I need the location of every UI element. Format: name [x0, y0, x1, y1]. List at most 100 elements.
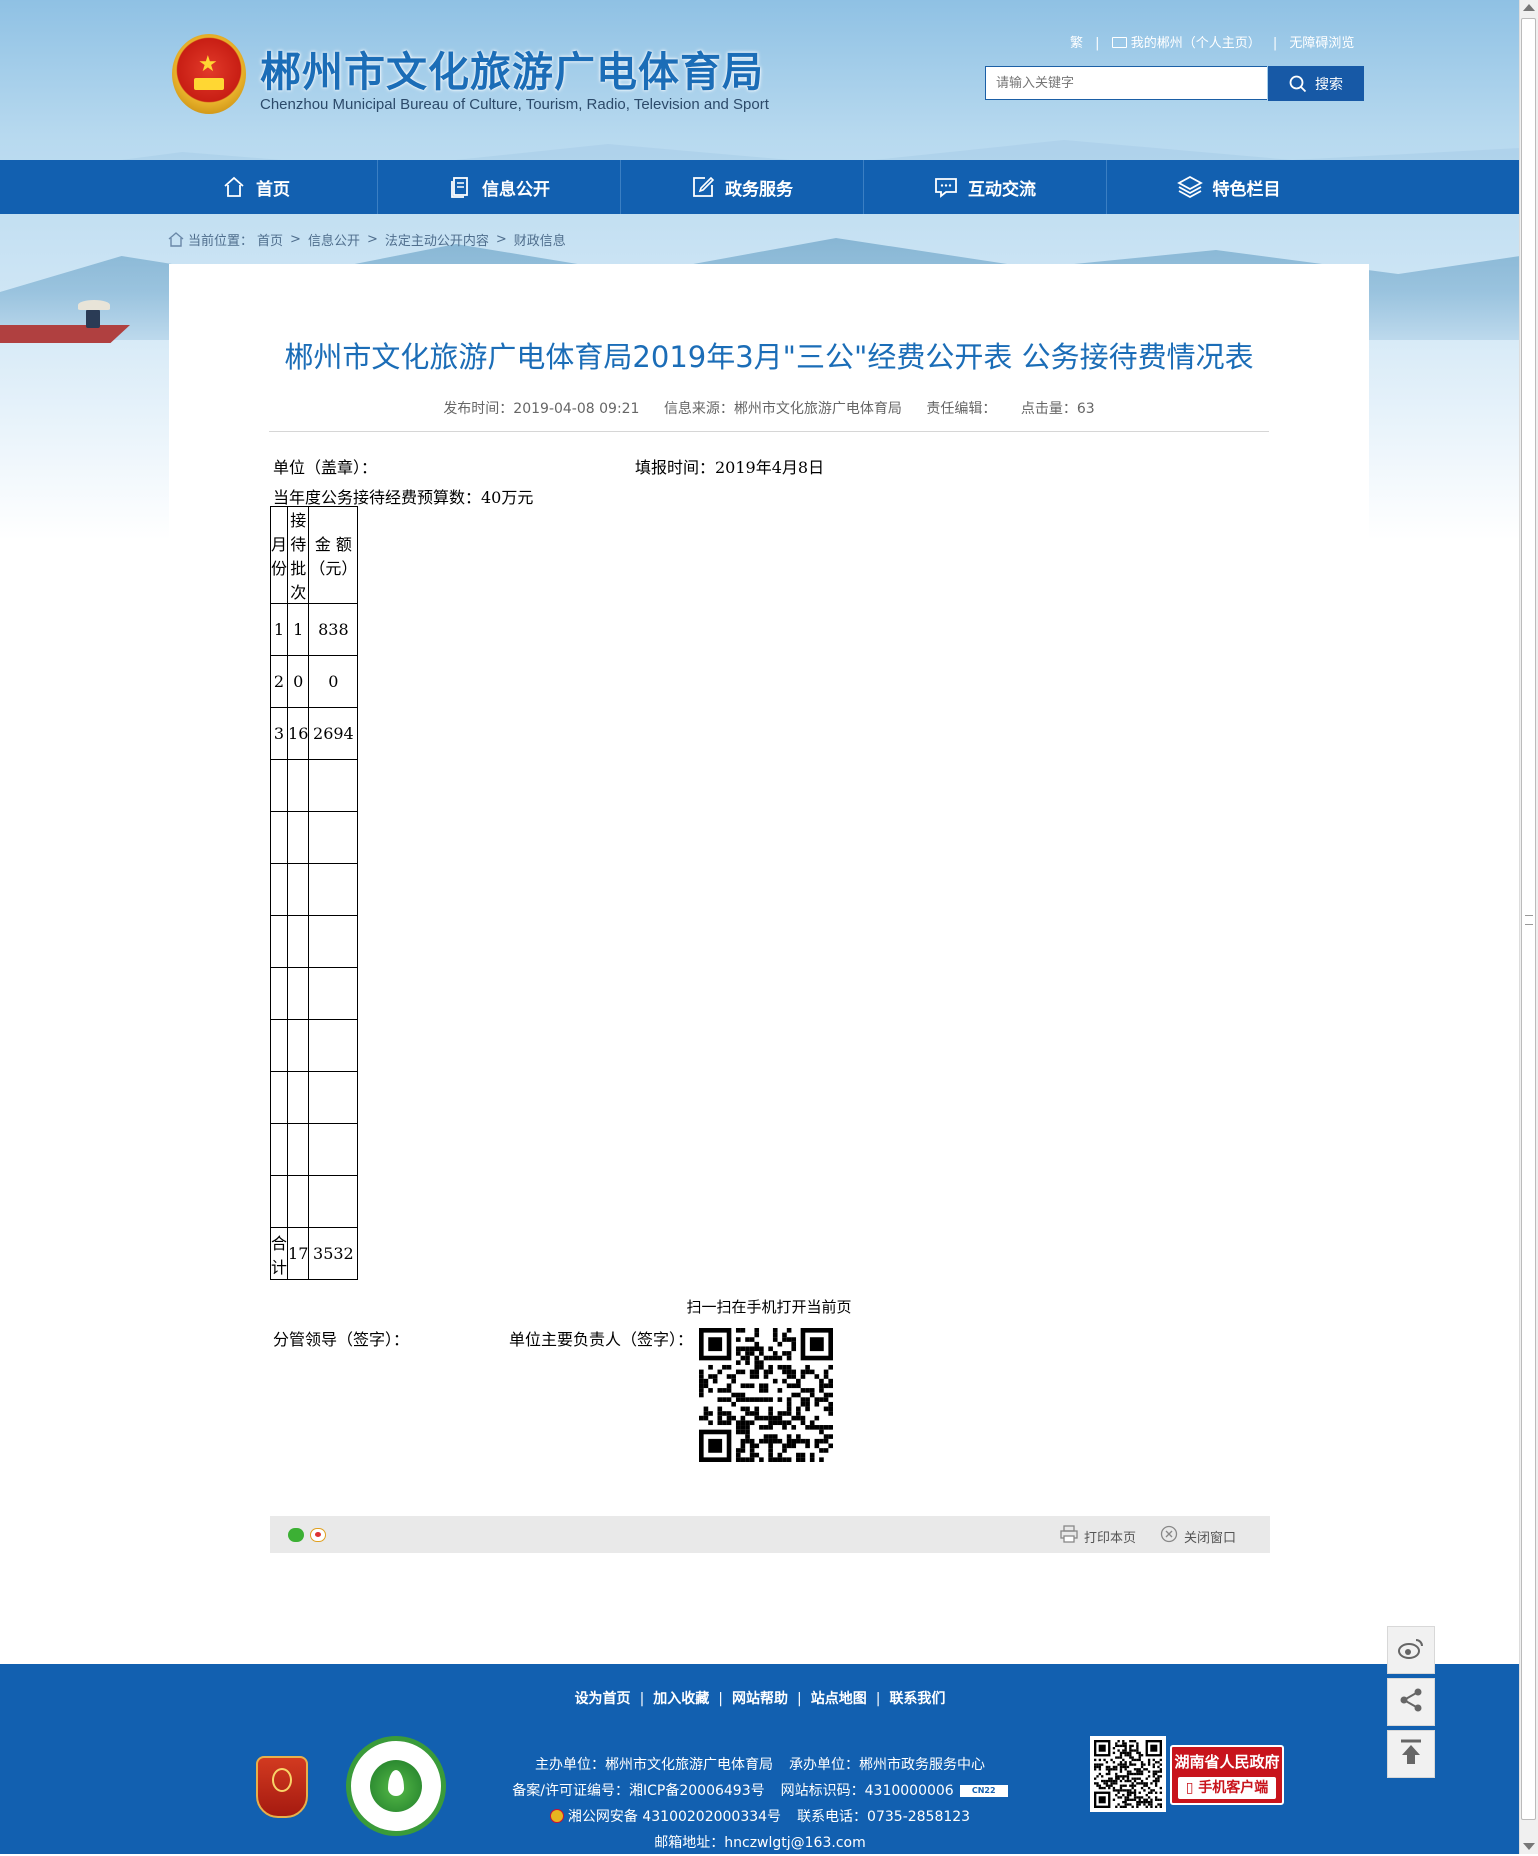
gov-client-subtitle: ▯ 手机客户端 [1178, 1777, 1276, 1799]
breadcrumb-item-info-disclosure[interactable]: 信息公开 [308, 230, 360, 249]
table-cell [287, 915, 310, 968]
police-badge-icon [549, 1809, 564, 1823]
print-page-button[interactable]: 打印本页 [1060, 1525, 1136, 1547]
arrow-up-icon [1399, 1739, 1423, 1769]
article-panel: 郴州市文化旅游广电体育局2019年3月"三公"经费公开表 公务接待费情况表 发布… [169, 264, 1369, 1664]
national-emblem-logo[interactable]: ★ [172, 34, 246, 114]
table-header-row: 月 份 接待批次 金 额（元） [269, 506, 359, 604]
scroll-down-arrow-icon[interactable] [1523, 1843, 1535, 1850]
emblem-gate-icon [194, 78, 224, 90]
head-signature-label: 单位主要负责人（签字）： [509, 1330, 694, 1349]
info-source: 信息来源：郴州市文化旅游广电体育局 [663, 401, 902, 417]
article-meta: 发布时间：2019-04-08 09:21 信息来源：郴州市文化旅游广电体育局 … [169, 398, 1369, 418]
nav-item-label: 互动交流 [968, 179, 1036, 200]
table-cell [308, 967, 359, 1020]
weibo-share-icon[interactable] [310, 1528, 326, 1542]
table-row [269, 1175, 359, 1228]
breadcrumb-separator: > [290, 232, 301, 247]
footer-line-icp: 备案/许可证编号：湘ICP备20006493号 网站标识码：4310000006 C… [0, 1778, 1520, 1804]
nav-item-label: 政务服务 [725, 179, 793, 200]
footer-police-record[interactable]: 湘公网安备 43100202000334号 [568, 1809, 781, 1825]
scroll-up-arrow-icon[interactable] [1523, 4, 1535, 11]
breadcrumb-home-icon [168, 232, 184, 247]
footer-links: 设为首页 | 加入收藏 | 网站帮助 | 站点地图 | 联系我们 [0, 1688, 1520, 1708]
top-link-separator: | [1272, 36, 1278, 51]
table-cell [308, 1071, 359, 1124]
nav-item-info-disclosure[interactable]: 信息公开 [378, 160, 621, 214]
qr-code-icon [699, 1328, 833, 1462]
signature-row: 分管领导（签字）： 单位主要负责人（签字）： [273, 1326, 693, 1350]
footer-link-help[interactable]: 网站帮助 [732, 1691, 788, 1707]
table-cell [269, 915, 289, 968]
table-cell [308, 759, 359, 812]
unit-row: 单位（盖章）： 填报时间：2019年4月8日 [273, 454, 873, 478]
footer-line-police: 湘公网安备 43100202000334号 联系电话：0735-2858123 [0, 1804, 1520, 1830]
traditional-chinese-link[interactable]: 繁 [1070, 32, 1083, 51]
footer-icp[interactable]: 备案/许可证编号：湘ICP备20006493号 [512, 1783, 764, 1799]
float-share-button[interactable] [1387, 1678, 1435, 1726]
breadcrumb-item-statutory-content[interactable]: 法定主动公开内容 [385, 230, 489, 249]
table-cell [287, 1071, 310, 1124]
wechat-share-icon[interactable] [288, 1528, 304, 1542]
budget-amount: 当年度公务接待经费预算数：40万元 [273, 488, 534, 507]
table-cell [269, 1123, 289, 1176]
close-icon [1160, 1525, 1178, 1547]
table-row [269, 863, 359, 916]
nav-item-home[interactable]: 首页 [135, 160, 378, 214]
table-cell: 2 [269, 655, 289, 708]
table-cell [287, 967, 310, 1020]
back-to-top-button[interactable] [1387, 1730, 1435, 1778]
footer-link-separator: | [718, 1691, 723, 1707]
table-cell [269, 811, 289, 864]
page-scrollbar[interactable] [1519, 0, 1538, 1854]
table-row: 3 16 2694 [269, 707, 359, 760]
breadcrumb-prefix: 当前位置： [188, 234, 254, 249]
footer-link-set-homepage[interactable]: 设为首页 [575, 1691, 631, 1707]
footer-link-sitemap[interactable]: 站点地图 [811, 1691, 867, 1707]
table-row [269, 1071, 359, 1124]
header-month: 月 份 [269, 506, 289, 604]
table-cell [287, 1123, 310, 1176]
unit-stamp-label: 单位（盖章）： [273, 458, 378, 477]
hunan-gov-app-link[interactable]: 湖南省人民政府 ▯ 手机客户端 [1170, 1745, 1284, 1805]
table-cell [269, 1175, 289, 1228]
meta-divider [269, 431, 1269, 432]
table-cell: 0 [308, 655, 359, 708]
search-button[interactable]: 搜索 [1268, 66, 1364, 101]
footer-link-add-favorite[interactable]: 加入收藏 [653, 1691, 709, 1707]
publish-time: 发布时间：2019-04-08 09:21 [443, 401, 640, 417]
footer-link-separator: | [639, 1691, 645, 1707]
breadcrumb-item-finance-info[interactable]: 财政信息 [514, 230, 566, 249]
site-title[interactable]: 郴州市文化旅游广电体育局 [260, 38, 764, 98]
table-cell: 1 [287, 603, 310, 656]
table-cell [269, 1019, 289, 1072]
reception-fee-table: 月 份 接待批次 金 额（元） 1 1 838 200 3 16 2694 合 计 [269, 506, 359, 1280]
breadcrumb-item-home[interactable]: 首页 [257, 230, 283, 249]
search-button-label: 搜索 [1315, 76, 1343, 93]
hit-count: 点击量：63 [1020, 401, 1095, 417]
my-chenzhou-label: 我的郴州（个人主页） [1130, 36, 1261, 51]
nav-item-government-services[interactable]: 政务服务 [621, 160, 864, 214]
nav-item-label: 信息公开 [482, 179, 550, 200]
footer-link-contact[interactable]: 联系我们 [889, 1691, 945, 1707]
accessibility-link[interactable]: 无障碍浏览 [1289, 32, 1354, 51]
footer-link-separator: | [875, 1691, 881, 1707]
nav-item-featured[interactable]: 特色栏目 [1107, 160, 1350, 214]
table-cell [308, 1019, 359, 1072]
printer-icon [1060, 1525, 1078, 1547]
footer-info: 主办单位：郴州市文化旅游广电体育局 承办单位：郴州市政务服务中心 备案/许可证编号… [0, 1752, 1520, 1856]
float-weibo-button[interactable] [1387, 1626, 1435, 1674]
share-icon [1398, 1687, 1424, 1717]
my-chenzhou-link[interactable]: 我的郴州（个人主页） [1111, 32, 1261, 51]
site-subtitle: Chenzhou Municipal Bureau of Culture, To… [260, 96, 769, 113]
table-cell [287, 1175, 310, 1228]
close-window-button[interactable]: 关闭窗口 [1160, 1525, 1236, 1547]
search-input[interactable] [985, 66, 1267, 100]
table-cell [269, 967, 289, 1020]
footer-qr-code-icon [1090, 1736, 1166, 1812]
breadcrumb-separator: > [366, 232, 378, 247]
table-row [269, 759, 359, 812]
footer-line-host: 主办单位：郴州市文化旅游广电体育局 承办单位：郴州市政务服务中心 [0, 1752, 1520, 1778]
nav-item-interaction[interactable]: 互动交流 [864, 160, 1107, 214]
table-cell [308, 915, 359, 968]
